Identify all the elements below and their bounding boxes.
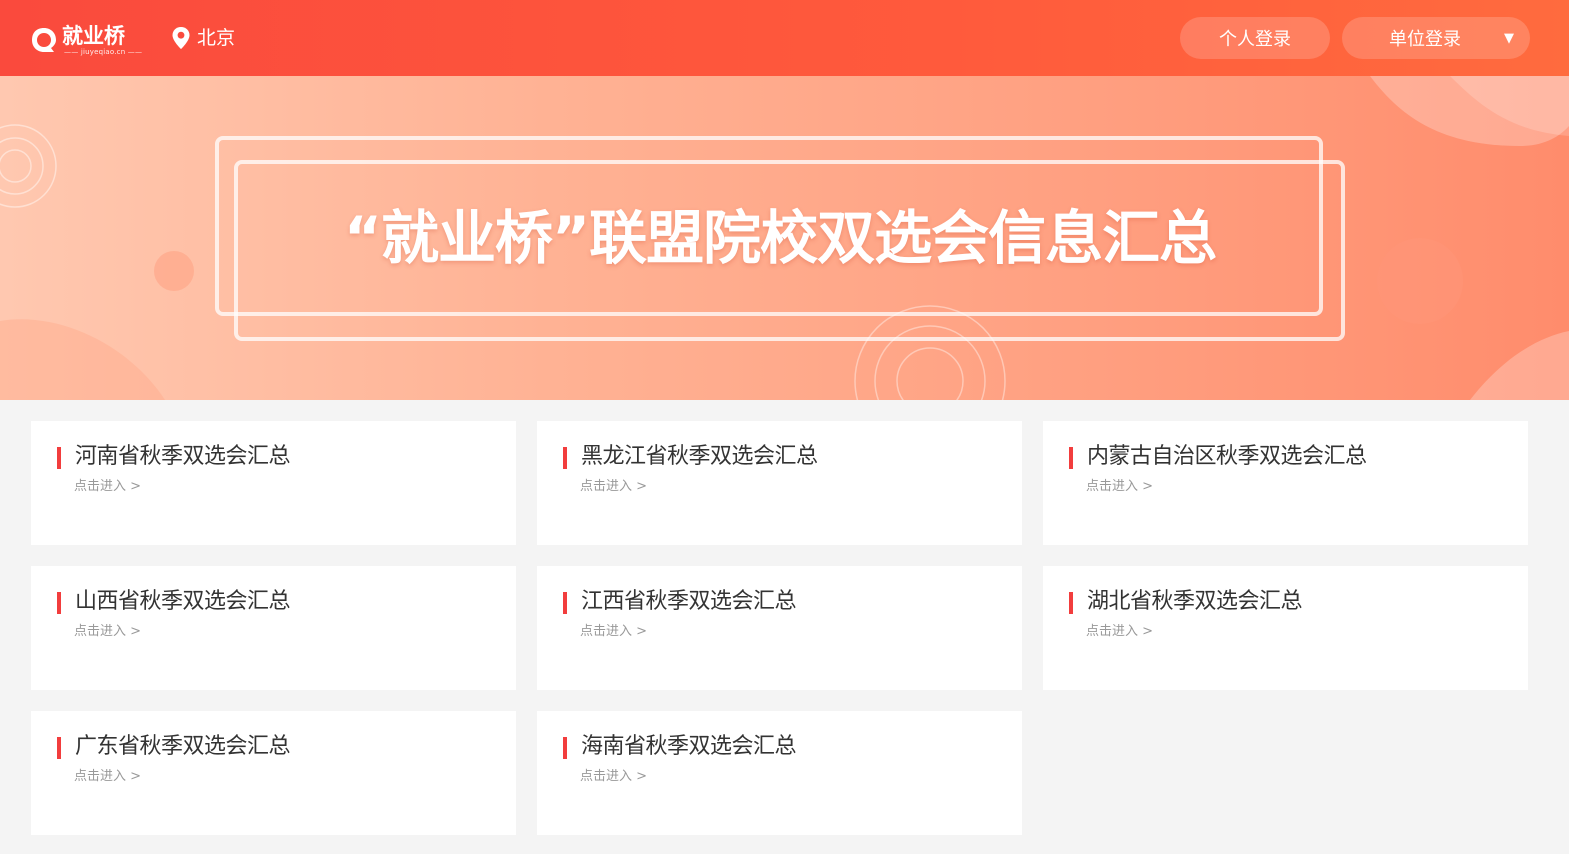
card-accent-bar [57,592,61,614]
personal-login-button[interactable]: 个人登录 [1180,17,1330,59]
top-header: 就业桥 —— jiuyeqiao.cn —— 北京 个人登录 单位登录 ▼ [0,0,1569,76]
unit-login-dropdown[interactable]: 单位登录 ▼ [1342,17,1530,59]
card-accent-bar [57,447,61,469]
card-accent-bar [563,737,567,759]
card-title: 内蒙古自治区秋季双选会汇总 [1087,444,1367,469]
card-title: 海南省秋季双选会汇总 [581,734,797,759]
card-hubei[interactable]: 湖北省秋季双选会汇总 点击进入 > [1043,566,1528,690]
banner-title: “就业桥”联盟院校双选会信息汇总 [343,204,1217,272]
site-logo[interactable]: 就业桥 —— jiuyeqiao.cn —— [30,22,143,58]
card-guangdong[interactable]: 广东省秋季双选会汇总 点击进入 > [31,711,516,835]
card-title: 江西省秋季双选会汇总 [581,589,797,614]
location-pin-icon [172,27,190,49]
card-title: 黑龙江省秋季双选会汇总 [581,444,818,469]
card-hainan[interactable]: 海南省秋季双选会汇总 点击进入 > [537,711,1022,835]
card-enter-link[interactable]: 点击进入 > [74,768,141,786]
caret-down-icon: ▼ [1504,31,1514,46]
hero-banner: “就业桥”联盟院校双选会信息汇总 [0,76,1569,400]
card-enter-link[interactable]: 点击进入 > [74,623,141,641]
card-enter-link[interactable]: 点击进入 > [1086,478,1153,496]
card-title: 湖北省秋季双选会汇总 [1087,589,1303,614]
unit-login-label: 单位登录 [1389,29,1461,50]
card-accent-bar [1069,592,1073,614]
card-enter-link[interactable]: 点击进入 > [74,478,141,496]
city-label: 北京 [197,27,236,49]
card-title: 山西省秋季双选会汇总 [75,589,291,614]
card-heilongjiang[interactable]: 黑龙江省秋季双选会汇总 点击进入 > [537,421,1022,545]
card-enter-link[interactable]: 点击进入 > [580,478,647,496]
card-title: 广东省秋季双选会汇总 [75,734,291,759]
card-accent-bar [563,592,567,614]
card-shanxi[interactable]: 山西省秋季双选会汇总 点击进入 > [31,566,516,690]
card-jiangxi[interactable]: 江西省秋季双选会汇总 点击进入 > [537,566,1022,690]
city-selector[interactable]: 北京 [171,24,235,52]
card-enter-link[interactable]: 点击进入 > [580,768,647,786]
logo-text: 就业桥 [62,24,125,48]
card-enter-link[interactable]: 点击进入 > [580,623,647,641]
card-accent-bar [57,737,61,759]
card-henan[interactable]: 河南省秋季双选会汇总 点击进入 > [31,421,516,545]
card-neimenggu[interactable]: 内蒙古自治区秋季双选会汇总 点击进入 > [1043,421,1528,545]
card-title: 河南省秋季双选会汇总 [75,444,291,469]
card-enter-link[interactable]: 点击进入 > [1086,623,1153,641]
logo-icon [32,28,56,52]
personal-login-label: 个人登录 [1219,29,1291,50]
card-accent-bar [1069,447,1073,469]
logo-subtext: —— jiuyeqiao.cn —— [64,48,143,56]
card-accent-bar [563,447,567,469]
